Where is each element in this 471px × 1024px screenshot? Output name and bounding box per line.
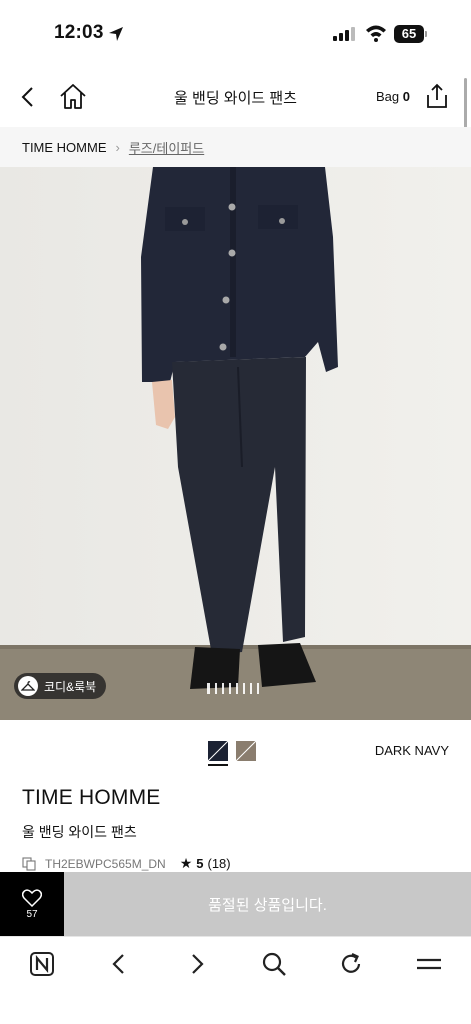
refresh-icon[interactable]	[336, 949, 366, 979]
product-photo	[0, 167, 471, 720]
product-code: TH2EBWPC565M_DN	[45, 856, 166, 871]
bag-label: Bag	[376, 89, 400, 104]
battery-level: 65	[394, 25, 424, 43]
lookbook-button[interactable]: 코디&룩북	[14, 673, 107, 699]
breadcrumb-brand[interactable]: TIME HOMME	[22, 140, 107, 155]
heart-icon	[22, 888, 42, 907]
bag-button[interactable]: Bag 0	[376, 89, 410, 104]
swatch-brown[interactable]	[236, 741, 256, 761]
menu-icon[interactable]	[414, 949, 444, 979]
status-bar: 12:03 65	[0, 0, 471, 70]
product-brand[interactable]: TIME HOMME	[22, 786, 161, 810]
selected-color-name: DARK NAVY	[374, 743, 449, 758]
star-icon: ★	[179, 855, 193, 871]
swatch-dark-navy[interactable]	[208, 741, 228, 761]
product-image[interactable]: 코디&룩북	[0, 167, 471, 720]
wifi-icon	[366, 25, 386, 42]
naver-icon[interactable]	[27, 949, 57, 979]
browser-toolbar	[0, 936, 471, 1024]
chevron-right-icon: ›	[115, 139, 120, 155]
share-icon[interactable]	[423, 82, 451, 110]
forward-icon[interactable]	[182, 949, 212, 979]
soldout-button[interactable]: 품절된 상품입니다.	[64, 872, 471, 936]
copy-icon[interactable]	[22, 856, 36, 871]
like-button[interactable]: 57	[0, 872, 64, 936]
purchase-action-bar: 57 품절된 상품입니다.	[0, 872, 471, 936]
status-time: 12:03	[54, 22, 104, 43]
back-icon[interactable]	[104, 949, 134, 979]
search-icon[interactable]	[259, 949, 289, 979]
image-pager	[207, 683, 259, 694]
product-meta: TH2EBWPC565M_DN ★ 5 (18)	[22, 855, 231, 872]
nav-header: 울 밴딩 와이드 팬츠 Bag 0	[0, 70, 471, 126]
rating-value: 5	[196, 856, 204, 871]
breadcrumb-category[interactable]: 루즈/테이퍼드	[129, 138, 204, 157]
selected-swatch-indicator	[208, 764, 228, 766]
cellular-signal-icon	[333, 27, 355, 41]
lookbook-label: 코디&룩북	[44, 679, 97, 694]
color-swatches	[208, 741, 256, 761]
hanger-icon	[18, 676, 38, 696]
location-arrow-icon	[109, 27, 123, 41]
breadcrumb: TIME HOMME › 루즈/테이퍼드	[0, 127, 471, 167]
review-count[interactable]: (18)	[208, 856, 231, 871]
product-name: 울 밴딩 와이드 팬츠	[22, 824, 137, 840]
bag-count: 0	[402, 89, 410, 104]
battery-icon: 65	[394, 25, 428, 43]
like-count: 57	[26, 908, 38, 920]
